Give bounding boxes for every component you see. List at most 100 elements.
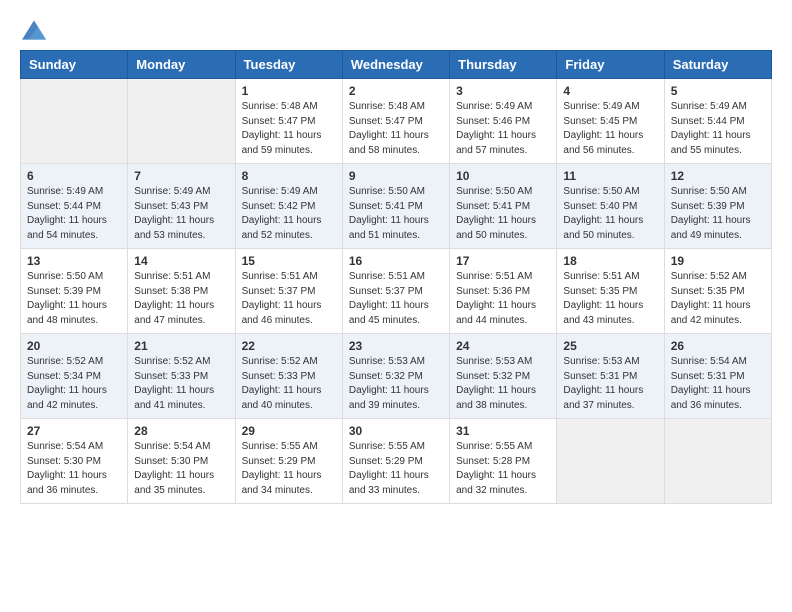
- day-info: Sunrise: 5:49 AM Sunset: 5:45 PM Dayligh…: [563, 100, 657, 158]
- day-number: 10: [456, 169, 550, 183]
- day-info: Sunrise: 5:52 AM Sunset: 5:35 PM Dayligh…: [671, 270, 765, 328]
- calendar-day-23: 23 Sunrise: 5:53 AM Sunset: 5:32 PM Dayli…: [342, 334, 449, 419]
- calendar-empty-cell: [21, 79, 128, 164]
- calendar-table: SundayMondayTuesdayWednesdayThursdayFrid…: [20, 50, 772, 504]
- calendar-day-8: 8 Sunrise: 5:49 AM Sunset: 5:42 PM Daylig…: [235, 164, 342, 249]
- day-info: Sunrise: 5:50 AM Sunset: 5:41 PM Dayligh…: [456, 185, 550, 243]
- calendar-week-row-3: 13Sunrise: 5:50 AM Sunset: 5:39 PM Dayli…: [21, 249, 772, 334]
- day-number: 13: [27, 254, 121, 268]
- day-info: Sunrise: 5:53 AM Sunset: 5:31 PM Dayligh…: [563, 355, 657, 413]
- day-number: 12: [671, 169, 765, 183]
- day-info: Sunrise: 5:53 AM Sunset: 5:32 PM Dayligh…: [349, 355, 443, 413]
- calendar-day-4: 4 Sunrise: 5:49 AM Sunset: 5:45 PM Daylig…: [557, 79, 664, 164]
- day-info: Sunrise: 5:53 AM Sunset: 5:32 PM Dayligh…: [456, 355, 550, 413]
- day-number: 19: [671, 254, 765, 268]
- day-number: 8: [242, 169, 336, 183]
- day-info: Sunrise: 5:50 AM Sunset: 5:40 PM Dayligh…: [563, 185, 657, 243]
- day-number: 25: [563, 339, 657, 353]
- day-info: Sunrise: 5:51 AM Sunset: 5:37 PM Dayligh…: [242, 270, 336, 328]
- day-info: Sunrise: 5:52 AM Sunset: 5:33 PM Dayligh…: [134, 355, 228, 413]
- day-number: 5: [671, 84, 765, 98]
- day-number: 14: [134, 254, 228, 268]
- calendar-day-5: 5 Sunrise: 5:49 AM Sunset: 5:44 PM Daylig…: [664, 79, 771, 164]
- day-number: 20: [27, 339, 121, 353]
- calendar-day-10: 10 Sunrise: 5:50 AM Sunset: 5:41 PM Dayli…: [450, 164, 557, 249]
- calendar-day-21: 21 Sunrise: 5:52 AM Sunset: 5:33 PM Dayli…: [128, 334, 235, 419]
- day-number: 2: [349, 84, 443, 98]
- calendar-day-17: 17Sunrise: 5:51 AM Sunset: 5:36 PM Dayli…: [450, 249, 557, 334]
- day-number: 23: [349, 339, 443, 353]
- day-number: 31: [456, 424, 550, 438]
- calendar-day-13: 13Sunrise: 5:50 AM Sunset: 5:39 PM Dayli…: [21, 249, 128, 334]
- day-info: Sunrise: 5:54 AM Sunset: 5:31 PM Dayligh…: [671, 355, 765, 413]
- weekday-header-monday: Monday: [128, 51, 235, 79]
- day-info: Sunrise: 5:51 AM Sunset: 5:35 PM Dayligh…: [563, 270, 657, 328]
- calendar-week-row-4: 20 Sunrise: 5:52 AM Sunset: 5:34 PM Dayli…: [21, 334, 772, 419]
- page-header: [20, 20, 772, 40]
- weekday-header-thursday: Thursday: [450, 51, 557, 79]
- calendar-day-2: 2 Sunrise: 5:48 AM Sunset: 5:47 PM Daylig…: [342, 79, 449, 164]
- calendar-week-row-1: 1 Sunrise: 5:48 AM Sunset: 5:47 PM Daylig…: [21, 79, 772, 164]
- day-number: 26: [671, 339, 765, 353]
- weekday-header-saturday: Saturday: [664, 51, 771, 79]
- day-info: Sunrise: 5:52 AM Sunset: 5:33 PM Dayligh…: [242, 355, 336, 413]
- day-info: Sunrise: 5:51 AM Sunset: 5:37 PM Dayligh…: [349, 270, 443, 328]
- day-info: Sunrise: 5:54 AM Sunset: 5:30 PM Dayligh…: [134, 440, 228, 498]
- day-info: Sunrise: 5:50 AM Sunset: 5:41 PM Dayligh…: [349, 185, 443, 243]
- calendar-day-25: 25 Sunrise: 5:53 AM Sunset: 5:31 PM Dayli…: [557, 334, 664, 419]
- day-info: Sunrise: 5:52 AM Sunset: 5:34 PM Dayligh…: [27, 355, 121, 413]
- calendar-day-27: 27 Sunrise: 5:54 AM Sunset: 5:30 PM Dayli…: [21, 419, 128, 504]
- calendar-day-6: 6 Sunrise: 5:49 AM Sunset: 5:44 PM Daylig…: [21, 164, 128, 249]
- calendar-day-16: 16Sunrise: 5:51 AM Sunset: 5:37 PM Dayli…: [342, 249, 449, 334]
- calendar-week-row-5: 27 Sunrise: 5:54 AM Sunset: 5:30 PM Dayli…: [21, 419, 772, 504]
- calendar-empty-cell: [128, 79, 235, 164]
- calendar-empty-cell: [664, 419, 771, 504]
- day-number: 28: [134, 424, 228, 438]
- day-info: Sunrise: 5:49 AM Sunset: 5:42 PM Dayligh…: [242, 185, 336, 243]
- calendar-day-12: 12Sunrise: 5:50 AM Sunset: 5:39 PM Dayli…: [664, 164, 771, 249]
- calendar-week-row-2: 6 Sunrise: 5:49 AM Sunset: 5:44 PM Daylig…: [21, 164, 772, 249]
- day-number: 4: [563, 84, 657, 98]
- calendar-day-14: 14Sunrise: 5:51 AM Sunset: 5:38 PM Dayli…: [128, 249, 235, 334]
- calendar-day-15: 15 Sunrise: 5:51 AM Sunset: 5:37 PM Dayli…: [235, 249, 342, 334]
- day-number: 18: [563, 254, 657, 268]
- day-number: 21: [134, 339, 228, 353]
- day-number: 15: [242, 254, 336, 268]
- weekday-header-tuesday: Tuesday: [235, 51, 342, 79]
- day-number: 24: [456, 339, 550, 353]
- day-info: Sunrise: 5:49 AM Sunset: 5:44 PM Dayligh…: [671, 100, 765, 158]
- calendar-day-31: 31 Sunrise: 5:55 AM Sunset: 5:28 PM Dayli…: [450, 419, 557, 504]
- calendar-day-18: 18 Sunrise: 5:51 AM Sunset: 5:35 PM Dayli…: [557, 249, 664, 334]
- day-info: Sunrise: 5:48 AM Sunset: 5:47 PM Dayligh…: [349, 100, 443, 158]
- calendar-day-11: 11Sunrise: 5:50 AM Sunset: 5:40 PM Dayli…: [557, 164, 664, 249]
- calendar-day-22: 22Sunrise: 5:52 AM Sunset: 5:33 PM Dayli…: [235, 334, 342, 419]
- calendar-day-9: 9 Sunrise: 5:50 AM Sunset: 5:41 PM Daylig…: [342, 164, 449, 249]
- calendar-day-29: 29Sunrise: 5:55 AM Sunset: 5:29 PM Dayli…: [235, 419, 342, 504]
- day-number: 29: [242, 424, 336, 438]
- calendar-day-19: 19 Sunrise: 5:52 AM Sunset: 5:35 PM Dayli…: [664, 249, 771, 334]
- day-info: Sunrise: 5:49 AM Sunset: 5:44 PM Dayligh…: [27, 185, 121, 243]
- day-number: 1: [242, 84, 336, 98]
- calendar-day-7: 7Sunrise: 5:49 AM Sunset: 5:43 PM Daylig…: [128, 164, 235, 249]
- calendar-day-30: 30Sunrise: 5:55 AM Sunset: 5:29 PM Dayli…: [342, 419, 449, 504]
- calendar-empty-cell: [557, 419, 664, 504]
- logo-icon: [22, 20, 46, 40]
- day-number: 27: [27, 424, 121, 438]
- day-info: Sunrise: 5:49 AM Sunset: 5:43 PM Dayligh…: [134, 185, 228, 243]
- calendar-day-1: 1 Sunrise: 5:48 AM Sunset: 5:47 PM Daylig…: [235, 79, 342, 164]
- day-info: Sunrise: 5:55 AM Sunset: 5:28 PM Dayligh…: [456, 440, 550, 498]
- calendar-day-28: 28 Sunrise: 5:54 AM Sunset: 5:30 PM Dayli…: [128, 419, 235, 504]
- day-info: Sunrise: 5:48 AM Sunset: 5:47 PM Dayligh…: [242, 100, 336, 158]
- weekday-header-sunday: Sunday: [21, 51, 128, 79]
- calendar-header-row: SundayMondayTuesdayWednesdayThursdayFrid…: [21, 51, 772, 79]
- calendar-day-20: 20 Sunrise: 5:52 AM Sunset: 5:34 PM Dayli…: [21, 334, 128, 419]
- day-info: Sunrise: 5:54 AM Sunset: 5:30 PM Dayligh…: [27, 440, 121, 498]
- weekday-header-wednesday: Wednesday: [342, 51, 449, 79]
- day-number: 9: [349, 169, 443, 183]
- day-number: 17: [456, 254, 550, 268]
- calendar-day-26: 26 Sunrise: 5:54 AM Sunset: 5:31 PM Dayli…: [664, 334, 771, 419]
- weekday-header-friday: Friday: [557, 51, 664, 79]
- day-number: 3: [456, 84, 550, 98]
- calendar-day-3: 3Sunrise: 5:49 AM Sunset: 5:46 PM Daylig…: [450, 79, 557, 164]
- day-number: 6: [27, 169, 121, 183]
